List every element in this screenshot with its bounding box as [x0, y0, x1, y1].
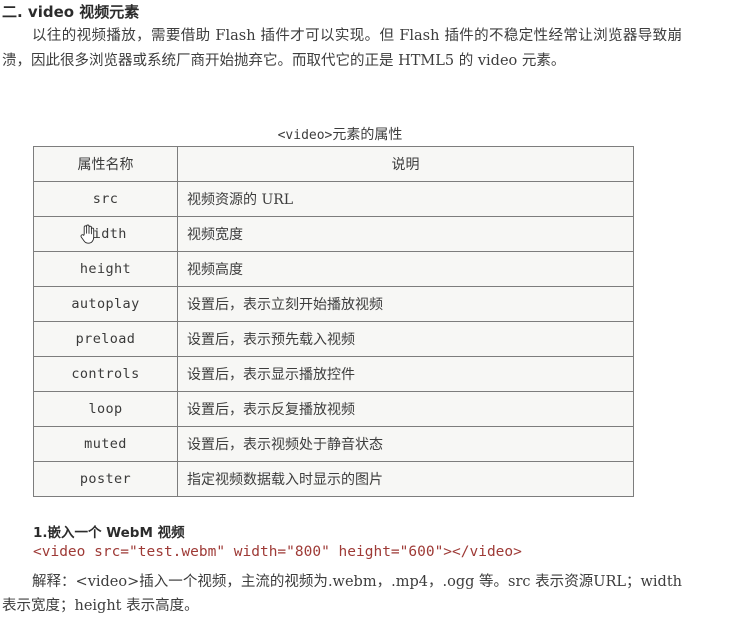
table-row: preload 设置后，表示预先载入视频 [33, 321, 634, 357]
attribute-desc-preload: 设置后，表示预先载入视频 [177, 321, 634, 357]
table-caption-code: <video> [277, 128, 333, 143]
attribute-desc-height: 视频高度 [177, 251, 634, 287]
attribute-name-loop: loop [33, 391, 178, 427]
attribute-name-height: height [33, 251, 178, 287]
attribute-name-muted: muted [33, 426, 178, 462]
table-caption-text: 元素的属性 [332, 127, 403, 143]
table-row: src 视频资源的 URL [33, 181, 634, 217]
table-header-row: 属性名称 说明 [33, 146, 634, 182]
attribute-name-src: src [33, 181, 178, 217]
video-attributes-table: 属性名称 说明 src 视频资源的 URL width 视频宽度 height … [33, 146, 634, 497]
table-row: loop 设置后，表示反复播放视频 [33, 391, 634, 427]
table-row: autoplay 设置后，表示立刻开始播放视频 [33, 286, 634, 322]
table-row: muted 设置后，表示视频处于静音状态 [33, 426, 634, 462]
attribute-desc-muted: 设置后，表示视频处于静音状态 [177, 426, 634, 462]
table-row: height 视频高度 [33, 251, 634, 287]
code-example-line: <video src="test.webm" width="800" heigh… [33, 544, 522, 560]
table-row: width 视频宽度 [33, 216, 634, 252]
column-header-description: 说明 [177, 146, 634, 182]
attribute-desc-poster: 指定视频数据载入时显示的图片 [177, 461, 634, 497]
attribute-name-preload: preload [33, 321, 178, 357]
document-page: 二. video 视频元素 以往的视频播放，需要借助 Flash 插件才可以实现… [0, 0, 736, 619]
attribute-name-poster: poster [33, 461, 178, 497]
attribute-desc-controls: 设置后，表示显示播放控件 [177, 356, 634, 392]
table-row: poster 指定视频数据载入时显示的图片 [33, 461, 634, 497]
intro-paragraph: 以往的视频播放，需要借助 Flash 插件才可以实现。但 Flash 插件的不稳… [2, 28, 682, 69]
attribute-desc-src: 视频资源的 URL [177, 181, 634, 217]
sub-heading-webm-example: 1.嵌入一个 WebM 视频 [33, 525, 185, 541]
attribute-desc-loop: 设置后，表示反复播放视频 [177, 391, 634, 427]
attribute-name-autoplay: autoplay [33, 286, 178, 322]
explanation-paragraph: 解释：<video>插入一个视频，主流的视频为.webm，.mp4，.ogg 等… [2, 574, 682, 614]
attribute-desc-autoplay: 设置后，表示立刻开始播放视频 [177, 286, 634, 322]
table-caption: <video>元素的属性 [0, 124, 680, 144]
attribute-name-controls: controls [33, 356, 178, 392]
attribute-desc-width: 视频宽度 [177, 216, 634, 252]
section-heading: 二. video 视频元素 [2, 3, 140, 21]
attribute-name-width: width [33, 216, 178, 252]
column-header-attribute-name: 属性名称 [33, 146, 178, 182]
table-row: controls 设置后，表示显示播放控件 [33, 356, 634, 392]
